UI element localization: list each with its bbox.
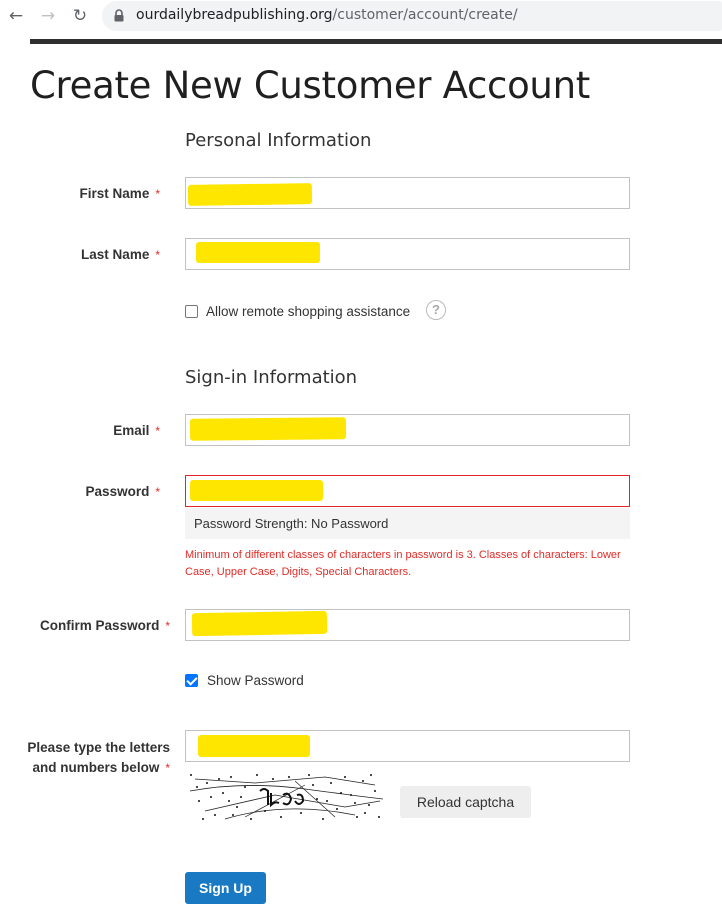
last-name-label: Last Name *	[0, 247, 160, 262]
password-label-text: Password	[85, 484, 150, 499]
last-name-label-text: Last Name	[81, 247, 150, 262]
first-name-label: First Name *	[0, 186, 160, 201]
show-password-label: Show Password	[207, 673, 304, 688]
redaction-mark	[187, 183, 313, 206]
show-password-checkbox[interactable]	[185, 674, 198, 687]
remote-assist-checkbox[interactable]	[185, 305, 198, 318]
email-label: Email *	[0, 423, 160, 438]
password-strength-text: Password Strength: No Password	[194, 516, 389, 531]
required-mark: *	[165, 761, 170, 775]
reload-captcha-button[interactable]: Reload captcha	[400, 786, 531, 818]
last-name-input[interactable]	[185, 238, 630, 270]
header-divider	[30, 39, 722, 44]
redaction-mark	[191, 610, 328, 637]
sign-up-button[interactable]: Sign Up	[185, 872, 266, 904]
page-title: Create New Customer Account	[30, 64, 590, 107]
redaction-mark	[190, 480, 323, 501]
remote-assist-label: Allow remote shopping assistance	[206, 304, 411, 319]
email-label-text: Email	[113, 423, 150, 438]
arrow-left-icon[interactable]: ←	[5, 5, 27, 27]
captcha-input[interactable]	[185, 730, 630, 762]
question-circle-icon[interactable]: ?	[426, 300, 446, 320]
password-strength-meter: Password Strength: No Password	[185, 508, 630, 539]
redaction-mark	[189, 417, 347, 441]
personal-info-legend: Personal Information	[185, 130, 372, 151]
arrow-right-icon[interactable]: →	[37, 5, 59, 27]
required-mark: *	[155, 424, 160, 438]
browser-toolbar: ← → ↻ ourdailybreadpublishing.org/custom…	[0, 0, 722, 32]
signin-info-legend: Sign-in Information	[185, 367, 358, 388]
confirm-password-label-text: Confirm Password	[40, 618, 160, 633]
captcha-label-text: Please type the letters and numbers belo…	[27, 740, 170, 775]
redaction-mark	[198, 735, 310, 757]
confirm-password-label: Confirm Password *	[10, 618, 170, 633]
first-name-label-text: First Name	[79, 186, 150, 201]
required-mark: *	[155, 248, 160, 262]
first-name-input[interactable]	[185, 177, 630, 209]
url-text: ourdailybreadpublishing.org/customer/acc…	[136, 7, 518, 23]
confirm-password-input[interactable]	[185, 609, 630, 641]
captcha-image	[185, 771, 385, 823]
email-input[interactable]	[185, 414, 630, 446]
password-label: Password *	[0, 484, 160, 499]
url-path: /customer/account/create/	[332, 7, 518, 23]
required-mark: *	[155, 187, 160, 201]
required-mark: *	[155, 485, 160, 499]
required-mark: *	[165, 619, 170, 633]
password-error-message: Minimum of different classes of characte…	[185, 549, 621, 578]
url-domain: ourdailybreadpublishing.org	[136, 7, 333, 23]
redaction-mark	[196, 242, 320, 263]
password-input[interactable]	[185, 475, 630, 507]
reload-icon[interactable]: ↻	[69, 5, 91, 27]
address-bar[interactable]: ourdailybreadpublishing.org/customer/acc…	[102, 1, 722, 31]
captcha-label: Please type the letters and numbers belo…	[10, 738, 170, 778]
lock-icon	[114, 9, 124, 22]
